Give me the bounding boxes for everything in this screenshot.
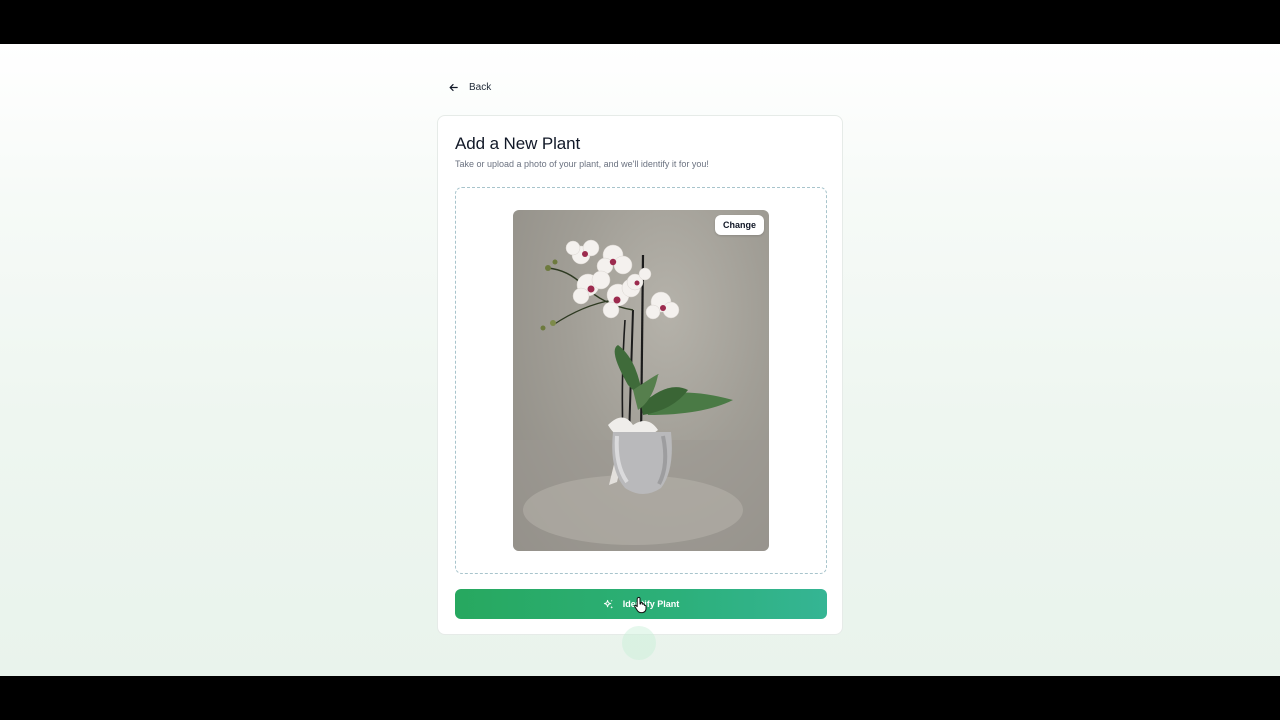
back-label: Back bbox=[469, 82, 492, 93]
hand-pointer-icon bbox=[634, 596, 647, 614]
click-highlight bbox=[622, 626, 656, 660]
app-viewport: Back Add a New Plant Take or upload a ph… bbox=[0, 44, 1280, 676]
letterbox-top bbox=[0, 0, 1280, 44]
add-plant-card: Add a New Plant Take or upload a photo o… bbox=[437, 115, 843, 635]
page-title: Add a New Plant bbox=[455, 134, 581, 153]
page-subtitle: Take or upload a photo of your plant, an… bbox=[455, 159, 709, 169]
change-photo-button[interactable]: Change bbox=[714, 215, 764, 235]
letterbox-bottom bbox=[0, 676, 1280, 720]
identify-plant-label: Identify Plant bbox=[622, 599, 680, 609]
back-button[interactable]: Back bbox=[448, 82, 491, 93]
photo-dropzone[interactable]: Change bbox=[455, 187, 827, 574]
orchid-image bbox=[513, 239, 769, 551]
sparkles-icon bbox=[603, 599, 613, 609]
arrow-left-icon bbox=[449, 83, 458, 92]
plant-photo: Change bbox=[513, 210, 769, 551]
